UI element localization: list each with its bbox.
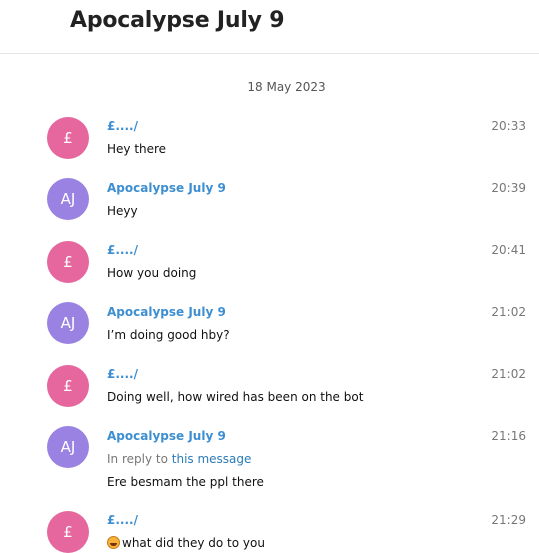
message-item: AJ Apocalypse July 9 21:16 In reply to t… (0, 426, 539, 498)
avatar[interactable]: £ (47, 117, 89, 159)
chat-title: Apocalypse July 9 (70, 8, 285, 33)
message-item: AJ Apocalypse July 9 20:39 Heyy (0, 178, 539, 228)
reply-reference: In reply to this message (107, 452, 251, 466)
reply-prefix: In reply to (107, 452, 168, 466)
message-time: 20:41 (491, 243, 526, 257)
avatar[interactable]: AJ (47, 178, 89, 220)
message-time: 21:02 (491, 367, 526, 381)
avatar[interactable]: AJ (47, 426, 89, 468)
avatar[interactable]: £ (47, 241, 89, 283)
grinning-face-emoji-icon (107, 536, 120, 549)
message-text: what did they do to you (122, 536, 265, 550)
sender-name[interactable]: Apocalypse July 9 (107, 305, 226, 319)
message-time: 21:02 (491, 305, 526, 319)
message-item: £ £..../ 20:41 How you doing (0, 240, 539, 290)
message-item: AJ Apocalypse July 9 21:02 I’m doing goo… (0, 302, 539, 352)
avatar[interactable]: £ (47, 365, 89, 407)
sender-name[interactable]: £..../ (107, 243, 138, 257)
message-text: How you doing (107, 266, 197, 280)
message-time: 21:29 (491, 513, 526, 527)
sender-name[interactable]: Apocalypse July 9 (107, 181, 226, 195)
message-text: Ere besmam the ppl there (107, 475, 264, 489)
chat-header: Apocalypse July 9 (0, 0, 539, 54)
sender-name[interactable]: Apocalypse July 9 (107, 429, 226, 443)
message-time: 21:16 (491, 429, 526, 443)
message-time: 20:39 (491, 181, 526, 195)
reply-link[interactable]: this message (172, 452, 252, 466)
message-text: Doing well, how wired has been on the bo… (107, 390, 364, 404)
message-item: £ £..../ 20:33 Hey there (0, 116, 539, 166)
avatar[interactable]: AJ (47, 302, 89, 344)
date-separator: 18 May 2023 (247, 80, 326, 94)
avatar[interactable]: £ (47, 511, 89, 553)
message-text-row: what did they do to you (107, 536, 265, 550)
sender-name[interactable]: £..../ (107, 367, 138, 381)
message-time: 20:33 (491, 119, 526, 133)
message-item: £ £..../ 21:29 what did they do to you (0, 510, 539, 553)
message-text: I’m doing good hby? (107, 328, 230, 342)
sender-name[interactable]: £..../ (107, 513, 138, 527)
message-text: Heyy (107, 204, 138, 218)
message-text: Hey there (107, 142, 167, 156)
message-item: £ £..../ 21:02 Doing well, how wired has… (0, 364, 539, 414)
sender-name[interactable]: £..../ (107, 119, 138, 133)
